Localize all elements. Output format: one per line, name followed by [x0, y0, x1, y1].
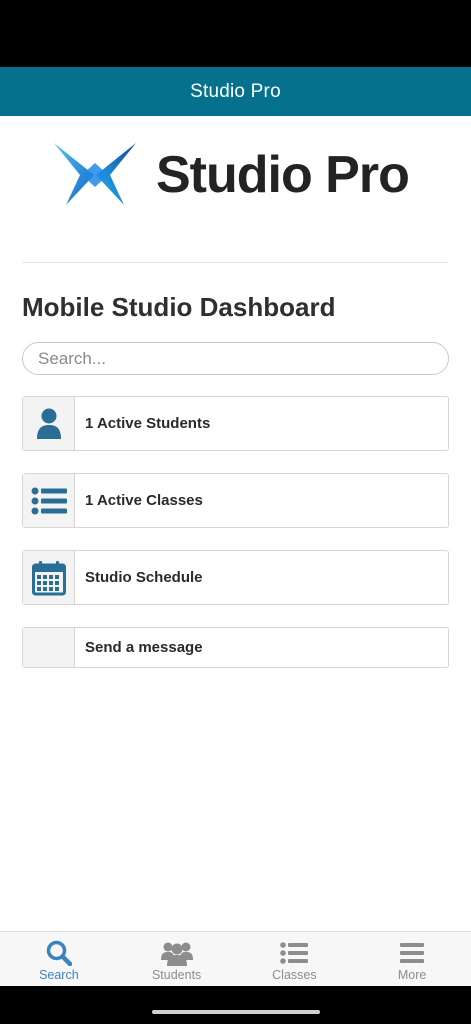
status-bar — [0, 0, 471, 67]
active-students-tile[interactable]: 1 Active Students — [22, 396, 449, 451]
tile-icon-box — [23, 551, 75, 604]
app-header: Studio Pro — [0, 67, 471, 116]
active-classes-tile[interactable]: 1 Active Classes — [22, 473, 449, 528]
list-icon — [280, 942, 309, 964]
menu-icon — [400, 943, 425, 963]
tile-label: Send a message — [85, 639, 203, 656]
tab-label: Classes — [272, 968, 317, 982]
search-input[interactable] — [22, 342, 449, 375]
tab-label: More — [397, 968, 427, 982]
person-icon — [36, 408, 61, 439]
logo-text: Studio Pro — [156, 146, 410, 204]
logo-mark-icon — [54, 143, 136, 205]
tile-icon-box — [23, 628, 75, 667]
system-nav-bar — [0, 986, 471, 1024]
tab-classes[interactable]: Classes — [236, 932, 354, 986]
tile-icon-box — [23, 474, 75, 527]
studio-pro-logo: Studio Pro — [52, 140, 410, 210]
tile-label: 1 Active Classes — [85, 492, 203, 509]
tile-icon-box — [23, 397, 75, 450]
group-icon — [160, 942, 193, 966]
tile-label: Studio Schedule — [85, 569, 203, 586]
page-title: Mobile Studio Dashboard — [22, 292, 336, 322]
divider — [22, 262, 448, 263]
studio-schedule-tile[interactable]: Studio Schedule — [22, 550, 449, 605]
list-icon — [31, 487, 67, 514]
tab-label: Search — [39, 968, 79, 982]
tile-label: 1 Active Students — [85, 415, 211, 432]
send-message-tile[interactable]: Send a message — [22, 627, 449, 668]
tab-search[interactable]: Search — [0, 932, 118, 986]
tab-students[interactable]: Students — [118, 932, 236, 986]
search-icon — [46, 940, 72, 966]
bottom-tab-bar: Search Students Classes More — [0, 931, 471, 986]
main-content: Studio Pro Mobile Studio Dashboard 1 Act… — [0, 116, 471, 931]
calendar-icon — [31, 560, 66, 595]
home-indicator[interactable] — [152, 1010, 320, 1014]
tab-more[interactable]: More — [353, 932, 471, 986]
tab-label: Students — [151, 968, 202, 982]
header-title: Studio Pro — [190, 80, 281, 102]
